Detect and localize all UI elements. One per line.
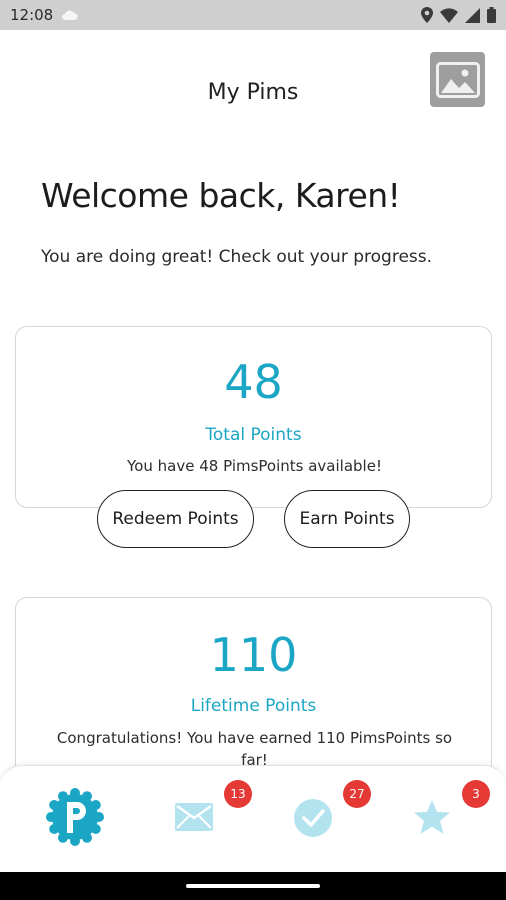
system-navigation-bar <box>0 872 506 900</box>
star-icon <box>414 800 450 834</box>
nav-item-tasks[interactable]: 27 <box>273 766 371 866</box>
bottom-navigation: 13 27 3 <box>0 765 506 872</box>
redeem-points-button[interactable]: Redeem Points <box>97 490 254 548</box>
total-points-card: 48 Total Points You have 48 PimsPoints a… <box>15 326 492 508</box>
total-points-label: Total Points <box>205 425 302 445</box>
status-time: 12:08 <box>10 6 54 24</box>
rewards-badge: 3 <box>462 780 490 808</box>
signal-icon <box>465 7 480 23</box>
earn-points-button[interactable]: Earn Points <box>284 490 410 548</box>
home-indicator[interactable] <box>186 884 320 888</box>
total-points-value: 48 <box>224 355 283 409</box>
status-bar: 12:08 <box>0 0 506 30</box>
lifetime-points-value: 110 <box>209 628 298 682</box>
lifetime-points-label: Lifetime Points <box>190 696 317 716</box>
welcome-subtitle: You are doing great! Check out your prog… <box>41 247 433 267</box>
check-circle-icon <box>294 799 332 837</box>
location-icon <box>421 7 433 23</box>
welcome-heading: Welcome back, Karen! <box>41 176 401 215</box>
status-icons <box>421 6 496 24</box>
mail-icon <box>175 803 213 831</box>
total-points-description: You have 48 PimsPoints available! <box>127 457 382 475</box>
pims-logo-icon <box>46 788 104 846</box>
nav-item-rewards[interactable]: 3 <box>392 766 490 866</box>
cloud-icon <box>62 10 78 20</box>
battery-icon <box>487 7 496 23</box>
wifi-icon <box>440 7 458 23</box>
image-placeholder-icon[interactable] <box>430 52 485 107</box>
nav-item-pims[interactable] <box>35 766 115 866</box>
tasks-badge: 27 <box>343 780 371 808</box>
messages-badge: 13 <box>224 780 252 808</box>
nav-item-messages[interactable]: 13 <box>154 766 252 866</box>
